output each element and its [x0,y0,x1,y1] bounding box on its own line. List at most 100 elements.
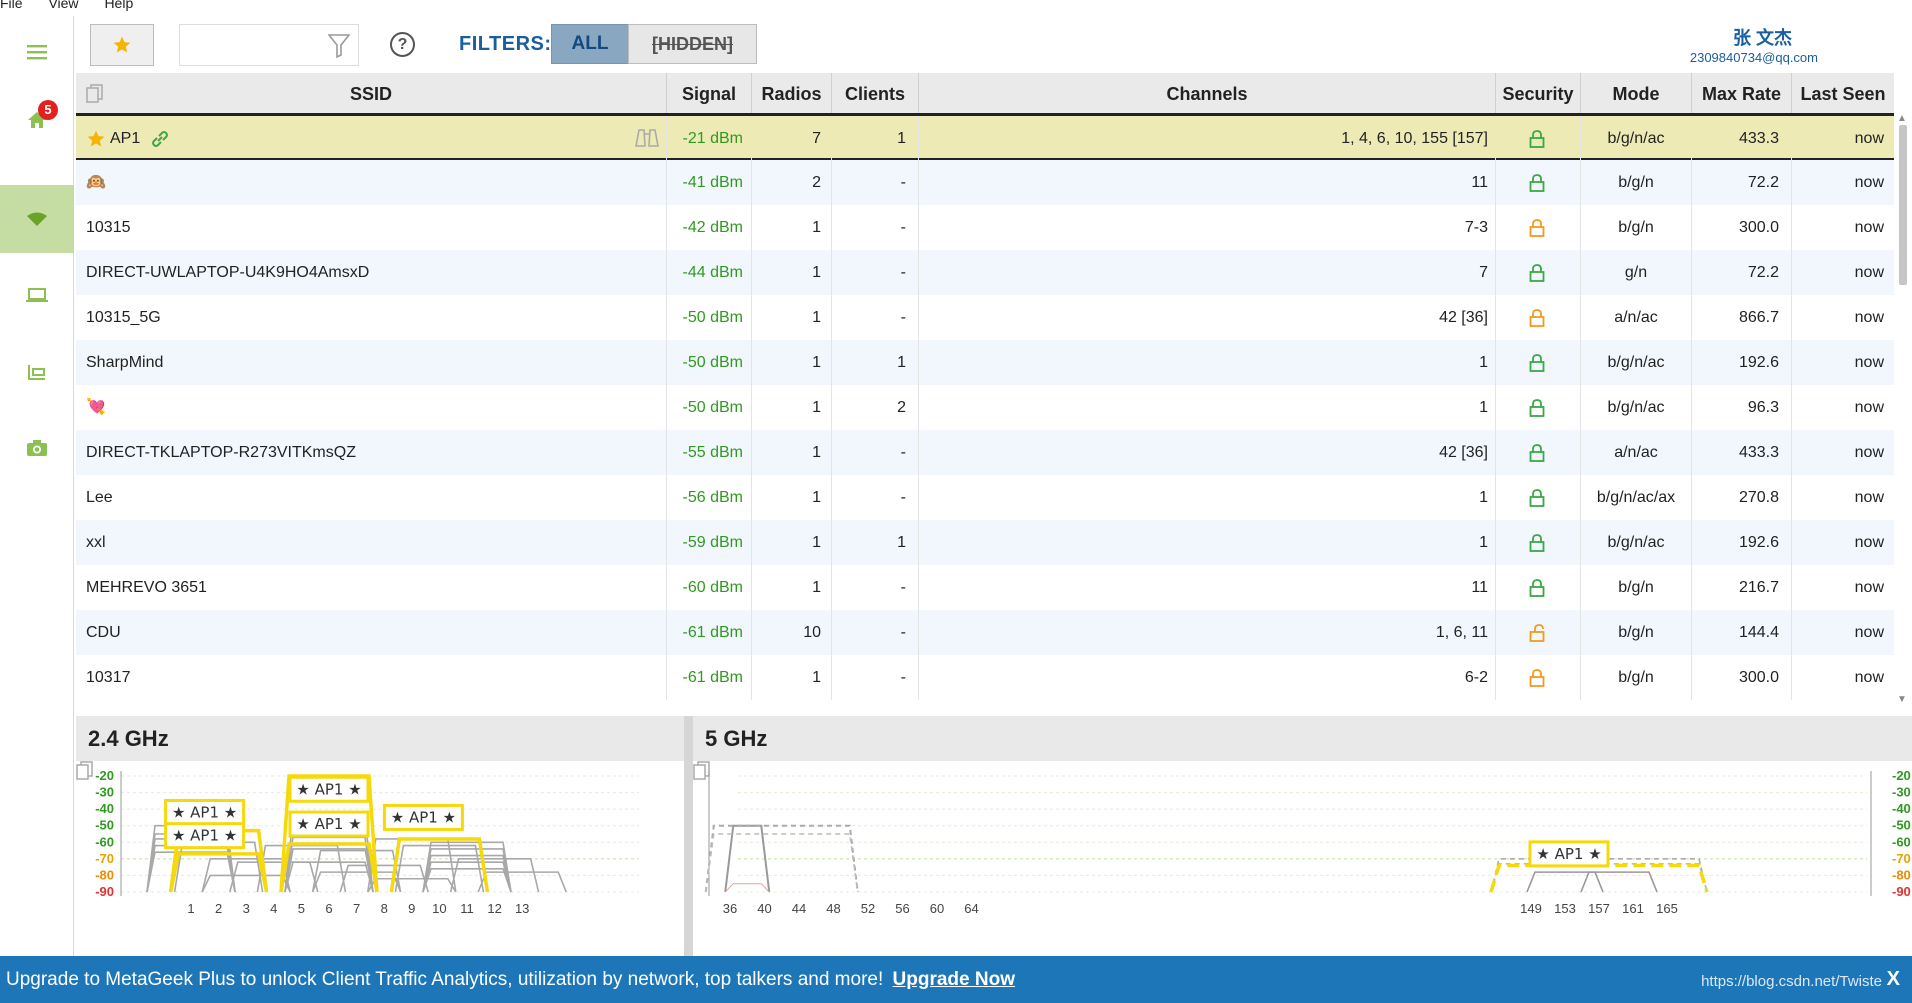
filter-icon[interactable] [328,34,350,58]
cell-last-seen: now [1854,624,1884,641]
cell-channels: 1 [919,520,1496,565]
ap-label-text: ★ AP1 ★ [391,808,456,826]
chart-panel-5ghz: 5 GHz -20 -30 -40 -50 -60 -70 -80 -90 36 40 44 48 52… [693,716,1912,956]
copy-icon[interactable] [86,84,104,104]
cell-security [1496,385,1581,430]
filter-hidden-button[interactable]: [HIDDEN] [628,24,757,64]
scroll-thumb[interactable] [1899,125,1907,285]
user-name[interactable]: 张 文杰 [1733,24,1792,50]
sidebar-menu-button[interactable] [0,18,74,86]
network-signal-curve [173,841,264,893]
binoculars-icon[interactable] [634,126,660,148]
cell-security [1496,610,1581,655]
network-signal-curve [201,874,291,893]
ap-label-text: ★ AP1 ★ [172,827,237,845]
favorites-filter-button[interactable] [90,24,154,66]
cell-radios: 1 [752,565,832,610]
ssid-text: 💘 [86,399,106,416]
cell-signal: -21 dBm [667,116,752,161]
sidebar-item-files[interactable] [0,338,74,406]
link-icon[interactable] [150,129,170,149]
column-mode[interactable]: Mode [1581,73,1692,113]
cell-security [1496,295,1581,340]
menu-file[interactable]: File [0,0,23,10]
cell-last-seen: now [1854,309,1884,326]
table-row[interactable]: DIRECT-TKLAPTOP-R273VITKmsQZ -55 dBm 1-42 … [76,430,1894,475]
cell-ssid: xxl [76,520,667,565]
menu-help[interactable]: Help [104,0,133,10]
column-ssid[interactable]: SSID [76,73,667,113]
cell-channels: 1 [919,385,1496,430]
cell-signal: -50 dBm [667,385,752,430]
column-radios[interactable]: Radios [752,73,832,113]
search-input[interactable] [186,25,326,63]
table-row[interactable]: 🙉 -41 dBm 2-11 b/g/n 72.2 now [76,160,1894,205]
help-icon[interactable]: ? [390,32,415,57]
favorite-star-icon[interactable] [86,129,106,149]
cell-ssid: CDU [76,610,667,655]
filter-all-button[interactable]: ALL [551,24,629,64]
sidebar-item-home[interactable]: 5 [0,86,74,154]
close-banner-button[interactable]: X [1887,968,1900,991]
menu-bar: File View Help [0,0,1912,16]
column-ssid-label: SSID [349,84,392,104]
table-row[interactable]: DIRECT-UWLAPTOP-U4K9HO4AmsxD -44 dBm 1-7 g/… [76,250,1894,295]
wifi-icon [27,212,47,226]
chart-header: 2.4 GHz [76,716,684,780]
ssid-text: Lee [86,489,113,506]
table-row[interactable]: 💘 -50 dBm 1 2 1 b/g/n/ac 96.3 now [76,385,1894,430]
y-tick-label: -40 [1892,801,1911,816]
table-row[interactable]: 10315 -42 dBm 1-7-3 b/g/n 300.0 now [76,205,1894,250]
cell-mode: b/g/n [1581,610,1692,655]
y-tick-label: -30 [1892,785,1911,800]
lock-icon [1529,353,1545,372]
table-row[interactable]: 10315_5G -50 dBm 1-42 [36] a/n/ac 866.7 now [76,295,1894,340]
table-row[interactable]: xxl -59 dBm 1 1 1 b/g/n/ac 192.6 now [76,520,1894,565]
network-signal-curve [422,841,512,893]
ssid-text: CDU [86,624,121,641]
sidebar-item-wifi[interactable] [0,185,74,253]
column-last-seen[interactable]: Last Seen [1792,73,1894,113]
scroll-down-arrow[interactable]: ▼ [1897,694,1907,705]
panel-divider[interactable] [684,716,693,956]
x-tick-label: 48 [826,901,840,916]
cell-last-seen: now [1854,489,1884,506]
table-scrollbar[interactable]: ▲ ▼ [1894,113,1912,705]
menu-view[interactable]: View [48,0,78,10]
cell-max-rate: 96.3 [1692,385,1792,430]
cell-last-seen: now [1854,174,1884,191]
cell-max-rate: 72.2 [1692,160,1792,205]
table-row[interactable]: CDU -61 dBm 10-1, 6, 11 b/g/n 144.4 now [76,610,1894,655]
y-tick-label: -70 [95,851,114,866]
table-row[interactable]: MEHREVO 3651 -60 dBm 1-11 b/g/n 216.7 now [76,565,1894,610]
column-max-rate[interactable]: Max Rate [1692,73,1792,113]
cell-security [1496,475,1581,520]
sidebar-item-devices[interactable] [0,261,74,329]
column-clients[interactable]: Clients [832,73,919,113]
table-row[interactable]: AP1 -21 dBm 7 1 1, 4, 6, 10, 155 [157] b/g/n/… [76,115,1894,161]
column-signal[interactable]: Signal [667,73,752,113]
column-security[interactable]: Security [1496,73,1581,113]
cell-radios: 1 [752,340,832,385]
cell-mode: b/g/n [1581,565,1692,610]
y-tick-label: -60 [1892,834,1911,849]
table-row[interactable]: SharpMind -50 dBm 1 1 1 b/g/n/ac 192.6 now [76,340,1894,385]
cell-max-rate: 433.3 [1692,430,1792,475]
ssid-text: AP1 [110,130,141,147]
cell-last-seen: now [1854,219,1884,236]
camera-icon [27,440,47,456]
user-email[interactable]: 2309840734@qq.com [1690,50,1818,65]
sidebar-item-capture[interactable] [0,414,74,482]
column-channels[interactable]: Channels [919,73,1496,113]
table-row[interactable]: Lee -56 dBm 1-1 b/g/n/ac/ax 270.8 now [76,475,1894,520]
laptop-icon [26,288,48,302]
scroll-up-arrow[interactable]: ▲ [1897,113,1907,124]
cell-clients: 2 [832,385,919,430]
x-tick-label: 40 [757,901,771,916]
cell-max-rate: 300.0 [1692,655,1792,700]
cell-last-seen: now [1854,534,1884,551]
network-table: SSID Signal Radios Clients Channels Secu… [76,73,1894,705]
upgrade-now-link[interactable]: Upgrade Now [893,969,1015,990]
table-row[interactable]: 10317 -61 dBm 1-6-2 b/g/n 300.0 now [76,655,1894,700]
x-tick-label: 36 [723,901,737,916]
